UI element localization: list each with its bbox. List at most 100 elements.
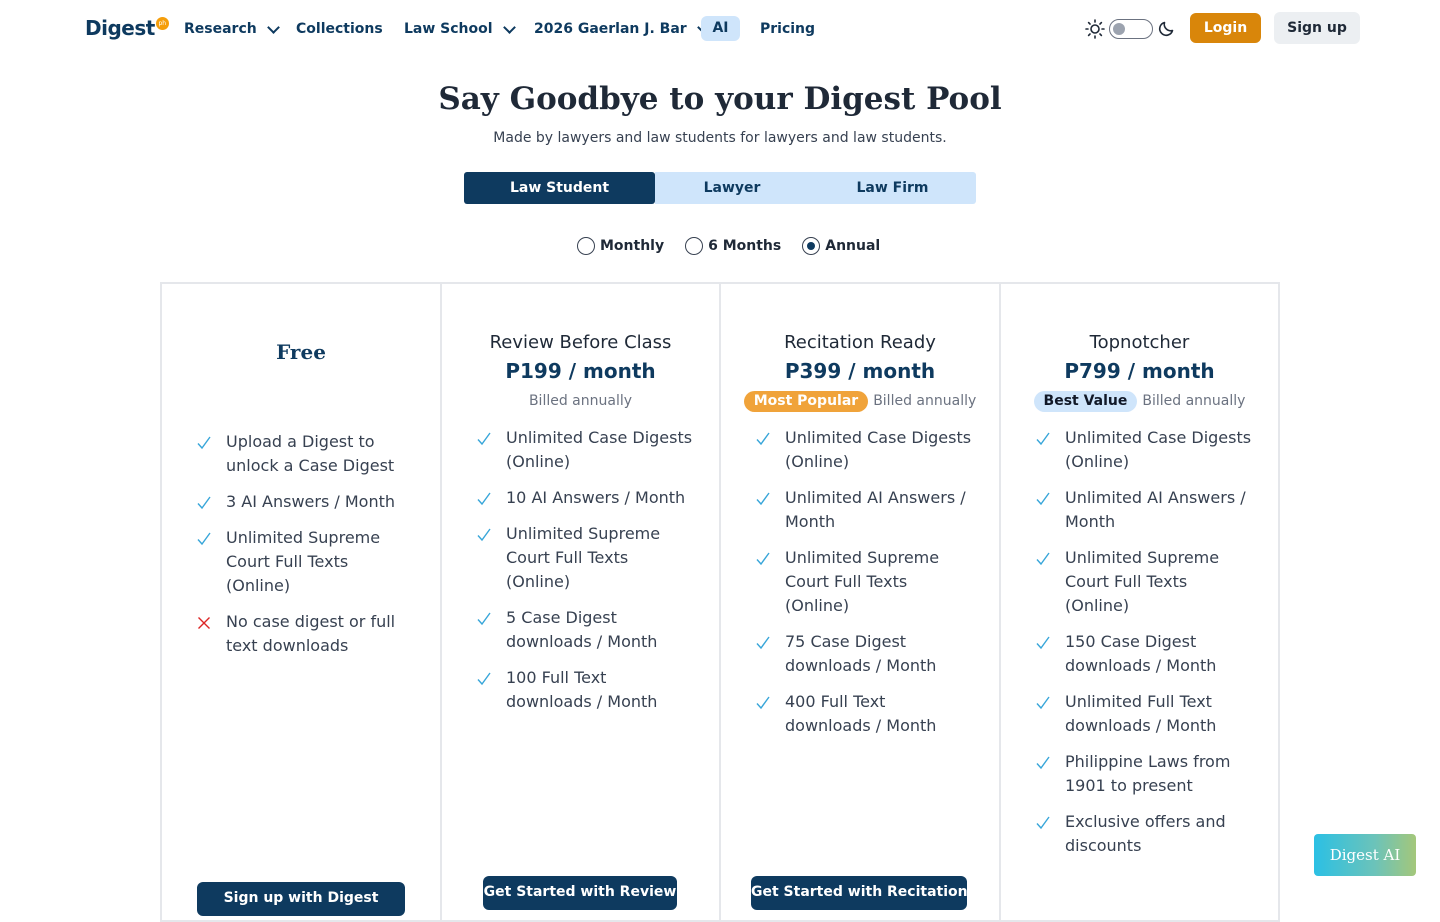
nav-law-school[interactable]: Law School: [404, 19, 516, 39]
plan-card-free: Free Upload a Digest to unlock a Case Di…: [162, 284, 442, 920]
chevron-down-icon: [502, 20, 516, 34]
feature-item: 3 AI Answers / Month: [162, 490, 440, 514]
feature-item: 75 Case Digest downloads / Month: [721, 630, 999, 678]
billing-note: Billed annually: [873, 393, 977, 409]
feature-item: Unlimited AI Answers / Month: [1001, 486, 1278, 534]
signup-button[interactable]: Sign up: [1274, 12, 1360, 44]
check-icon: [756, 552, 770, 566]
tab-law-student[interactable]: Law Student: [464, 172, 655, 204]
billing-period-selector: Monthly 6 Months Annual: [577, 236, 901, 256]
moon-icon[interactable]: [1158, 19, 1176, 37]
feature-text: No case digest or full text downloads: [226, 612, 396, 655]
tab-law-firm[interactable]: Law Firm: [809, 172, 976, 204]
logo-text: Digest: [85, 16, 155, 40]
get-started-review-button[interactable]: Get Started with Review: [483, 876, 677, 910]
check-icon: [1036, 636, 1050, 650]
feature-list: Upload a Digest to unlock a Case Digest …: [162, 430, 440, 670]
feature-item: No case digest or full text downloads: [162, 610, 440, 658]
feature-text: Unlimited Case Digests (Online): [785, 428, 972, 471]
check-icon: [197, 436, 211, 450]
page-title: Say Goodbye to your Digest Pool: [438, 81, 1002, 117]
feature-text: Unlimited AI Answers / Month: [785, 488, 966, 531]
logo-badge: ph: [155, 17, 169, 30]
feature-item: Unlimited Supreme Court Full Texts (Onli…: [442, 522, 719, 594]
feature-text: Unlimited Full Text downloads / Month: [1065, 692, 1217, 735]
check-icon: [477, 492, 491, 506]
top-navbar: Digest ph Research Collections Law Schoo…: [0, 0, 1440, 58]
feature-item: Unlimited Supreme Court Full Texts (Onli…: [1001, 546, 1278, 618]
nav-research-label: Research: [184, 21, 257, 37]
feature-text: 3 AI Answers / Month: [226, 492, 395, 511]
radio-annual[interactable]: [802, 237, 821, 255]
signup-with-digest-button[interactable]: Sign up with Digest: [197, 882, 405, 916]
radio-monthly[interactable]: [577, 237, 595, 255]
check-icon: [1036, 432, 1050, 446]
billing-option-monthly[interactable]: Monthly: [577, 236, 664, 256]
radio-6-months[interactable]: [685, 237, 704, 255]
feature-text: 75 Case Digest downloads / Month: [785, 632, 937, 675]
theme-toggle-knob: [1113, 23, 1125, 35]
plan-name: Recitation Ready: [784, 332, 936, 353]
billing-option-annual[interactable]: Annual: [802, 236, 880, 256]
check-icon: [756, 696, 770, 710]
nav-ai[interactable]: AI: [701, 16, 740, 41]
check-icon: [1036, 552, 1050, 566]
check-icon: [477, 432, 491, 446]
nav-bar-exam-label: 2026 Gaerlan J. Bar: [534, 21, 687, 37]
feature-item: 5 Case Digest downloads / Month: [442, 606, 719, 654]
check-icon: [197, 532, 211, 546]
nav-research[interactable]: Research: [184, 19, 280, 39]
nav-collections[interactable]: Collections: [296, 19, 383, 39]
login-button[interactable]: Login: [1190, 13, 1261, 43]
feature-item: 150 Case Digest downloads / Month: [1001, 630, 1278, 678]
sun-icon[interactable]: [1085, 19, 1105, 39]
digest-logo[interactable]: Digest ph: [85, 15, 169, 41]
billing-option-label: Annual: [825, 238, 881, 254]
feature-text: Exclusive offers and discounts: [1065, 812, 1226, 855]
billing-option-label: Monthly: [600, 238, 665, 254]
feature-text: Unlimited Supreme Court Full Texts (Onli…: [506, 524, 661, 591]
feature-item: 100 Full Text downloads / Month: [442, 666, 719, 714]
feature-text: 100 Full Text downloads / Month: [506, 668, 658, 711]
feature-list: Unlimited Case Digests (Online) 10 AI An…: [442, 426, 719, 726]
feature-item: Upload a Digest to unlock a Case Digest: [162, 430, 440, 478]
cross-icon: [198, 617, 210, 629]
check-icon: [756, 492, 770, 506]
plan-name: Free: [276, 340, 326, 364]
chevron-down-icon: [266, 20, 280, 34]
feature-item: Philippine Laws from 1901 to present: [1001, 750, 1278, 798]
feature-text: 5 Case Digest downloads / Month: [506, 608, 658, 651]
check-icon: [477, 528, 491, 542]
plan-price: P199 / month: [505, 359, 656, 383]
feature-item: Unlimited Case Digests (Online): [1001, 426, 1278, 474]
feature-item: Unlimited Case Digests (Online): [721, 426, 999, 474]
plan-card-recitation-ready: Recitation Ready P399 / month Most Popul…: [721, 284, 1001, 920]
feature-item: Unlimited Supreme Court Full Texts (Onli…: [721, 546, 999, 618]
digest-ai-button[interactable]: Digest AI: [1314, 834, 1416, 876]
tab-lawyer[interactable]: Lawyer: [655, 172, 809, 204]
check-icon: [1036, 816, 1050, 830]
plan-price: P399 / month: [784, 359, 936, 383]
theme-toggle[interactable]: [1109, 19, 1153, 39]
feature-item: Unlimited Full Text downloads / Month: [1001, 690, 1278, 738]
plan-billing: Billed annually: [442, 390, 719, 412]
most-popular-badge: Most Popular: [743, 390, 869, 412]
feature-text: 10 AI Answers / Month: [506, 488, 686, 507]
feature-text: Unlimited Case Digests (Online): [506, 428, 693, 471]
page-subtitle: Made by lawyers and law students for law…: [493, 130, 947, 146]
feature-list: Unlimited Case Digests (Online) Unlimite…: [721, 426, 999, 750]
check-icon: [477, 672, 491, 686]
check-icon: [1036, 696, 1050, 710]
billing-option-6-months[interactable]: 6 Months: [685, 236, 781, 256]
check-icon: [197, 496, 211, 510]
feature-item: Unlimited Supreme Court Full Texts (Onli…: [162, 526, 440, 598]
check-icon: [1036, 756, 1050, 770]
check-icon: [756, 432, 770, 446]
nav-pricing[interactable]: Pricing: [760, 19, 815, 39]
feature-text: Unlimited Case Digests (Online): [1065, 428, 1252, 471]
feature-item: 400 Full Text downloads / Month: [721, 690, 999, 738]
nav-bar-exam[interactable]: 2026 Gaerlan J. Bar: [534, 19, 710, 39]
billing-note: Billed annually: [1142, 393, 1246, 409]
get-started-recitation-button[interactable]: Get Started with Recitation: [751, 876, 967, 910]
plan-card-review-before-class: Review Before Class P199 / month Billed …: [442, 284, 721, 920]
